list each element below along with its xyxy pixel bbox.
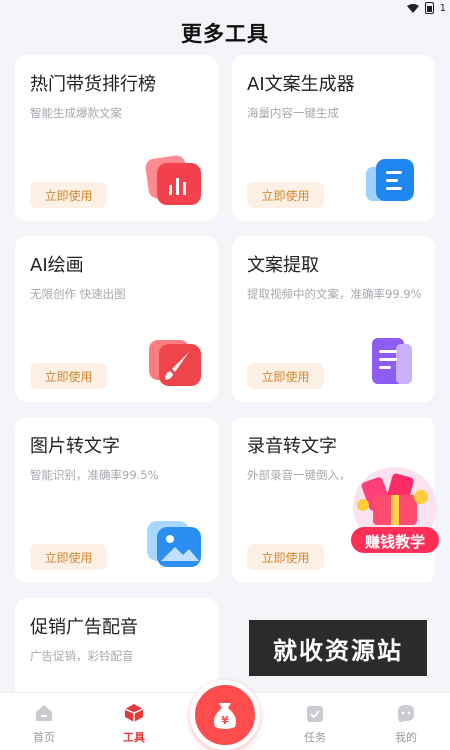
image-icon xyxy=(147,521,201,567)
card-title: 促销广告配音 xyxy=(30,617,138,638)
page-title: 更多工具 xyxy=(181,22,269,46)
card-desc: 智能生成爆款文案 xyxy=(30,106,122,120)
card-title: AI绘画 xyxy=(30,255,84,276)
use-now-button[interactable]: 立即使用 xyxy=(30,544,107,570)
tab-tools[interactable]: 工具 xyxy=(104,703,164,745)
use-now-button[interactable]: 立即使用 xyxy=(30,182,107,208)
task-icon xyxy=(307,706,323,722)
tool-card-ai-copywriter[interactable]: AI文案生成器 海量内容一键生成 立即使用 xyxy=(232,55,435,221)
profile-icon xyxy=(398,705,414,722)
tab-tasks[interactable]: 任务 xyxy=(285,703,345,745)
card-title: 录音转文字 xyxy=(247,436,337,457)
home-icon xyxy=(36,705,52,721)
use-now-button[interactable]: 立即使用 xyxy=(30,363,107,389)
earn-money-tutorial-badge[interactable]: 赚钱教学 xyxy=(345,465,445,557)
tab-label: 我的 xyxy=(395,731,417,744)
card-desc: 广告促销，彩铃配音 xyxy=(30,649,134,663)
tab-label: 首页 xyxy=(33,731,55,744)
watermark-overlay: 就收资源站 xyxy=(249,620,427,676)
tool-card-ai-painting[interactable]: AI绘画 无限创作 快速出图 立即使用 xyxy=(15,236,218,402)
card-title: 热门带货排行榜 xyxy=(30,74,156,95)
card-title: 文案提取 xyxy=(247,255,319,276)
use-now-button[interactable]: 立即使用 xyxy=(247,182,324,208)
tool-card-hot-ranking[interactable]: 热门带货排行榜 智能生成爆款文案 立即使用 xyxy=(15,55,218,221)
tool-card-text-extract[interactable]: 文案提取 提取视频中的文案，准确率99.9% 立即使用 xyxy=(232,236,435,402)
card-desc: 海量内容一键生成 xyxy=(247,106,339,120)
money-bag-icon: ¥ xyxy=(213,703,237,729)
card-desc: 智能识别，准确率99.5% xyxy=(30,468,159,482)
yen-symbol: ¥ xyxy=(221,714,229,727)
card-title: 图片转文字 xyxy=(30,436,120,457)
tab-profile[interactable]: 我的 xyxy=(376,703,436,745)
tab-label: 工具 xyxy=(123,731,145,744)
card-title: AI文案生成器 xyxy=(247,74,355,95)
tab-label: 任务 xyxy=(304,731,326,744)
tab-home[interactable]: 首页 xyxy=(14,703,74,745)
use-now-button[interactable]: 立即使用 xyxy=(247,544,324,570)
toolbox-icon xyxy=(124,704,144,722)
bar-chart-icon xyxy=(145,155,201,205)
card-desc: 提取视频中的文案，准确率99.9% xyxy=(247,287,422,301)
pages-icon xyxy=(372,338,412,384)
center-money-button[interactable]: ¥ xyxy=(190,680,260,750)
tool-card-image-to-text[interactable]: 图片转文字 智能识别，准确率99.5% 立即使用 xyxy=(15,417,218,583)
wifi-icon xyxy=(406,3,419,13)
promo-label: 赚钱教学 xyxy=(364,533,425,551)
document-icon xyxy=(366,159,414,201)
paintbrush-icon xyxy=(149,340,201,386)
use-now-button[interactable]: 立即使用 xyxy=(247,363,324,389)
battery-icon xyxy=(424,2,434,14)
battery-text: 1 xyxy=(439,2,446,14)
card-desc: 无限创作 快速出图 xyxy=(30,287,126,301)
status-bar: 1 xyxy=(0,0,450,16)
